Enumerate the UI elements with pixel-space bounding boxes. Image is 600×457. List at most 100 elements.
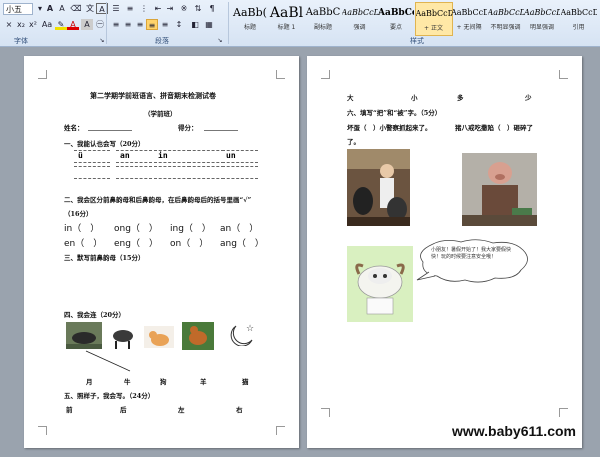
borders-icon[interactable]: ▦ (203, 19, 215, 30)
writing-box (116, 166, 152, 179)
match-word: 羊 (200, 378, 207, 386)
subscript-icon[interactable]: x₂ (15, 19, 27, 30)
style-name: 强调 (353, 24, 366, 31)
align-center-icon[interactable]: ≡ (122, 19, 134, 30)
svg-text:☆: ☆ (246, 324, 254, 334)
style-name: 标题 (243, 24, 256, 31)
name-label: 姓名： (64, 124, 84, 132)
speech-bubble (416, 239, 528, 283)
style-name: 明显强调 (529, 24, 554, 31)
sentence-continued: 了。 (347, 138, 360, 146)
enclose-char-icon[interactable]: ㊀ (94, 19, 106, 30)
rhyme-item: ang（ ） (220, 239, 264, 249)
shrink-font-icon[interactable]: A (56, 3, 68, 14)
q5-word: 左 (178, 406, 185, 414)
goat-picture (110, 322, 136, 350)
shading-icon[interactable]: ◧ (189, 19, 201, 30)
page-title: 第二学期学前班语言、拼音期末检测试卷 (90, 91, 216, 100)
match-word: 猫 (242, 378, 249, 386)
style-tile[interactable]: AaBbCcDc + 正文 (414, 2, 453, 36)
pinyin-text: ü (78, 151, 83, 160)
pinyin-text: un (226, 151, 236, 160)
question-5: 五、照样子，我会写。（24分） (64, 392, 155, 400)
question-1: 一、我能认也会写（20分） (64, 140, 145, 148)
style-tile[interactable]: AaBbCcDc 明显强调 (524, 2, 560, 34)
bullets-icon[interactable]: ☰ (110, 3, 122, 14)
decrease-indent-icon[interactable]: ⇤ (152, 3, 164, 14)
pinyin-box-2: an (116, 150, 152, 163)
style-tile[interactable]: AaBbCcDc 强调 (342, 2, 378, 34)
sort-icon[interactable]: ⇅ (192, 3, 204, 14)
margin-mark (38, 70, 47, 79)
police-photo (347, 149, 410, 226)
margin-mark (321, 408, 330, 417)
distributed-icon[interactable]: ≡ (159, 19, 171, 30)
strikethrough-icon[interactable]: × (3, 19, 15, 30)
style-tile[interactable]: AaBbCcD 要点 (378, 2, 414, 34)
pinyin-box-4 (188, 150, 224, 163)
paragraph-dialog-launcher-icon[interactable]: ↘ (214, 35, 226, 46)
top-word: 少 (525, 94, 532, 102)
show-marks-icon[interactable]: ¶ (206, 3, 218, 14)
match-word: 狗 (160, 378, 167, 386)
highlight-icon[interactable]: ✎ (55, 19, 67, 30)
paragraph-group-label: 段落 (155, 37, 169, 45)
style-preview: AaBbCcDc (451, 8, 487, 17)
margin-mark (559, 70, 568, 79)
superscript-icon[interactable]: x² (27, 19, 39, 30)
font-group-label: 字体 (14, 37, 28, 45)
pinyin-text: an (120, 151, 130, 160)
writing-box (188, 166, 224, 179)
margin-mark (276, 426, 285, 435)
margin-mark (321, 70, 330, 79)
style-preview: AaBbCcDc (560, 8, 597, 17)
rhyme-item: on（ ） (170, 239, 209, 249)
question-6: 六、填写“把”和“被”字。（5分） (347, 109, 442, 117)
rhyme-item: an（ ） (220, 224, 259, 234)
multilevel-list-icon[interactable]: ⋮ (138, 3, 150, 14)
document-page-1[interactable]: 第二学期学前班语言、拼音期末检测试卷 （学前班） 姓名： 得分： 一、我能认也会… (24, 56, 299, 448)
char-shading-icon[interactable]: A (81, 19, 93, 30)
phonetic-icon[interactable]: 文 (84, 3, 96, 14)
increase-indent-icon[interactable]: ⇥ (164, 3, 176, 14)
style-tile[interactable]: AaBbC 副标题 (305, 2, 341, 34)
numbering-icon[interactable]: ≡ (124, 3, 136, 14)
align-left-icon[interactable]: ≡ (110, 19, 122, 30)
grow-font-icon[interactable]: A (44, 3, 56, 14)
justify-icon[interactable]: ≡ (146, 19, 158, 30)
writing-box (74, 166, 110, 179)
pigsy-photo (462, 153, 537, 226)
style-preview: AaBbCcDc (341, 8, 378, 17)
question-2-score: （16分） (64, 210, 93, 218)
style-name: 引用 (572, 24, 585, 31)
pinyin-box-3: in (154, 150, 190, 163)
font-name-box[interactable]: 小五 (3, 3, 33, 15)
writing-box (222, 166, 258, 179)
bubble-text: 小朋友！暑假开始了！我大家要假快快！玩的时候要注意安全哦！ (431, 247, 512, 260)
match-word: 牛 (124, 378, 131, 386)
writing-box (154, 166, 190, 179)
chinese-layout-icon[interactable]: ※ (178, 3, 190, 14)
match-line (85, 350, 131, 372)
style-name: 不明显强调 (490, 24, 521, 31)
style-name: + 正文 (424, 25, 443, 32)
pinyin-box-1: ü (74, 150, 110, 163)
align-right-icon[interactable]: ≡ (134, 19, 146, 30)
style-name: 标题 1 (277, 24, 296, 31)
ribbon: 小五 ▾ A A ⌫ 文 A × x₂ x² Aa ✎ A A ㊀ 字体 ↘ ☰… (0, 0, 600, 47)
style-preview: AaBbCcDc (487, 8, 524, 17)
sentence-1: 坏蛋（ ）小警察抓起来了。 (347, 124, 432, 132)
style-tile[interactable]: AaBb(标题 (232, 2, 268, 34)
line-spacing-icon[interactable]: ↕ (173, 19, 185, 30)
question-3: 三、默写前鼻韵母（15分） (64, 254, 145, 262)
text-effect-icon[interactable]: Aa (41, 19, 53, 30)
style-tile[interactable]: AaBbCcDc 不明显强调 (488, 2, 524, 34)
page-subtitle: （学前班） (144, 110, 177, 118)
style-tile[interactable]: AaBbCcDc 引用 (561, 2, 597, 34)
sheep-cartoon (347, 246, 413, 322)
style-tile[interactable]: AaBbCcDc + 无间隔 (451, 2, 487, 34)
document-page-2[interactable]: 大 小 多 少 六、填写“把”和“被”字。（5分） 坏蛋（ ）小警察抓起来了。 … (307, 56, 582, 448)
clear-format-icon[interactable]: ⌫ (70, 3, 82, 14)
font-color-icon[interactable]: A (67, 19, 79, 30)
style-tile[interactable]: AaBl 标题 1 (269, 2, 305, 34)
